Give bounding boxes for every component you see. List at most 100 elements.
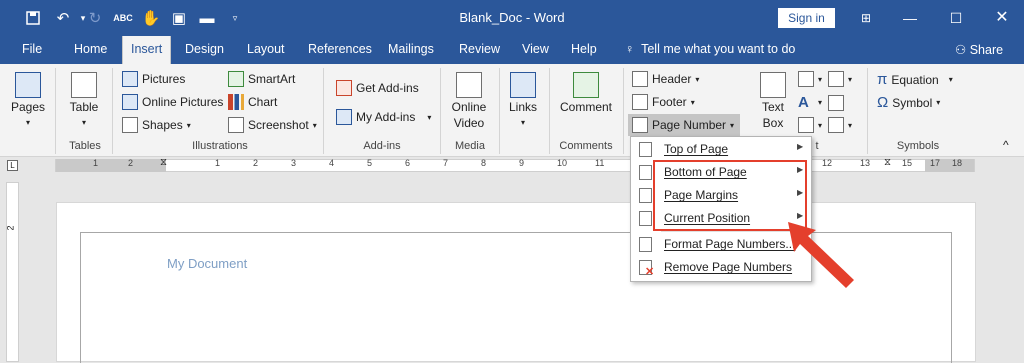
- quick-parts-button[interactable]: ▾ ▾: [798, 71, 852, 87]
- tab-file[interactable]: File: [22, 42, 42, 56]
- online-video-label-1: Online: [451, 100, 487, 114]
- group-symbols: Symbols: [896, 140, 940, 152]
- indent-marker-icon[interactable]: ⧖: [160, 157, 167, 168]
- page-icon: [639, 188, 652, 203]
- customize-qat-icon[interactable]: ▿: [224, 7, 246, 29]
- comment-button[interactable]: Comment: [557, 72, 615, 114]
- online-picture-icon: [122, 94, 138, 110]
- right-indent-marker-icon[interactable]: ⧖: [884, 157, 891, 168]
- open-folder-icon[interactable]: ▬: [196, 7, 218, 29]
- separator: [499, 68, 500, 154]
- symbol-button[interactable]: Ω Symbol ▾: [877, 94, 940, 111]
- table-button[interactable]: Table ▾: [66, 72, 102, 130]
- horizontal-ruler: L 1 2 ⧖ 1 2 3 4 5 6 7 8 9 10 11 12 13 ⧖ …: [0, 157, 1024, 174]
- text-box-label-1: Text: [761, 100, 784, 114]
- date-time-icon: [828, 94, 845, 111]
- text-box-button[interactable]: Text Box: [756, 72, 790, 130]
- smartart-icon: [228, 71, 244, 87]
- online-pictures-button[interactable]: Online Pictures: [122, 94, 223, 110]
- ruler-number: 2: [5, 225, 16, 231]
- collapse-ribbon-icon[interactable]: ^: [1003, 138, 1009, 152]
- person-icon: ⚇: [955, 43, 967, 57]
- links-button[interactable]: Links ▾: [506, 72, 540, 130]
- online-video-button[interactable]: Online Video: [448, 72, 490, 130]
- tab-home[interactable]: Home: [74, 42, 107, 56]
- chevron-down-icon: ▾: [312, 120, 317, 130]
- chart-label: Chart: [248, 95, 278, 109]
- page-number-label: Page Number: [652, 118, 727, 132]
- tab-design[interactable]: Design: [185, 42, 224, 56]
- online-pictures-label: Online Pictures: [142, 95, 224, 109]
- touch-mode-icon[interactable]: ✋: [140, 7, 162, 29]
- chevron-down-icon: ▾: [818, 120, 823, 130]
- page-number-button[interactable]: Page Number ▾: [628, 114, 741, 136]
- ribbon-display-options-icon[interactable]: ⊞: [853, 6, 879, 30]
- get-addins-button[interactable]: Get Add-ins: [336, 80, 419, 96]
- wordart-button[interactable]: A ▾: [798, 94, 845, 111]
- page-icon: [639, 211, 652, 226]
- ruler-number: 10: [557, 158, 568, 168]
- chevron-down-icon: ▾: [730, 120, 735, 130]
- drop-cap-button[interactable]: ▾ ▾: [798, 117, 852, 133]
- separator: [867, 68, 868, 154]
- ruler-number: 13: [860, 158, 871, 168]
- tab-insert[interactable]: Insert: [122, 36, 172, 64]
- sign-in-button[interactable]: Sign in: [778, 8, 835, 28]
- chart-button[interactable]: Chart: [228, 94, 277, 110]
- ribbon-tab-bar: File Home Insert Design Layout Reference…: [0, 36, 1024, 64]
- header-button[interactable]: Header ▾: [632, 71, 699, 87]
- ruler-number: 6: [405, 158, 411, 168]
- tab-selector-icon[interactable]: L: [7, 160, 18, 171]
- menu-item-label: Remove Page Numbers: [664, 260, 793, 274]
- ruler-number: 15: [902, 158, 913, 168]
- ruler-number: 8: [481, 158, 487, 168]
- undo-icon[interactable]: ↶: [52, 7, 74, 29]
- pages-label: Pages: [10, 100, 46, 114]
- comment-icon: [573, 72, 599, 98]
- omega-icon: Ω: [877, 94, 889, 111]
- ruler-number: 7: [443, 158, 449, 168]
- equation-button[interactable]: π Equation ▾: [877, 71, 953, 88]
- group-text: t: [815, 140, 819, 152]
- page-number-icon: [632, 117, 648, 133]
- maximize-button[interactable]: ☐: [943, 6, 969, 30]
- redo-icon[interactable]: ↻: [84, 7, 106, 29]
- tab-review[interactable]: Review: [459, 42, 500, 56]
- menu-item-top-of-page[interactable]: Top of Page ▶: [631, 138, 811, 161]
- tab-layout[interactable]: Layout: [247, 42, 285, 56]
- tab-mailings[interactable]: Mailings: [388, 42, 434, 56]
- pictures-button[interactable]: Pictures: [122, 71, 185, 87]
- equation-label: Equation: [891, 72, 939, 87]
- close-button[interactable]: ✕: [989, 6, 1015, 30]
- share-button[interactable]: ⚇ Share: [955, 42, 1003, 57]
- online-video-label-2: Video: [453, 116, 485, 130]
- menu-item-label: Top of Page: [664, 142, 729, 156]
- comment-label: Comment: [559, 100, 612, 114]
- minimize-button[interactable]: —: [897, 6, 923, 30]
- my-addins-label: My Add-ins: [356, 110, 416, 124]
- spelling-icon[interactable]: ABC: [112, 7, 134, 29]
- chart-icon: [228, 94, 244, 110]
- video-icon: [456, 72, 482, 98]
- print-preview-icon[interactable]: ▣: [168, 7, 190, 29]
- chevron-down-icon: ▾: [427, 112, 432, 122]
- tab-view[interactable]: View: [522, 42, 549, 56]
- footer-button[interactable]: Footer ▾: [632, 94, 695, 110]
- chevron-down-icon: ▾: [948, 75, 953, 84]
- links-label: Links: [508, 100, 537, 114]
- tab-help[interactable]: Help: [571, 42, 597, 56]
- save-icon[interactable]: [22, 7, 44, 29]
- document-text[interactable]: My Document: [167, 256, 247, 271]
- tab-references[interactable]: References: [308, 42, 372, 56]
- vertical-ruler: 2: [6, 182, 19, 362]
- annotation-arrow-icon: [788, 222, 854, 288]
- screenshot-button[interactable]: Screenshot ▾: [228, 117, 317, 133]
- smartart-label: SmartArt: [248, 72, 296, 86]
- smartart-button[interactable]: SmartArt: [228, 71, 295, 87]
- pages-button[interactable]: Pages ▾: [10, 72, 46, 130]
- chevron-down-icon: ▾: [690, 97, 695, 107]
- tell-me-search[interactable]: ♀ Tell me what you want to do: [625, 42, 795, 56]
- shapes-button[interactable]: Shapes ▾: [122, 117, 191, 133]
- signature-line-icon: [828, 71, 845, 87]
- my-addins-button[interactable]: My Add-ins ▾: [336, 109, 431, 125]
